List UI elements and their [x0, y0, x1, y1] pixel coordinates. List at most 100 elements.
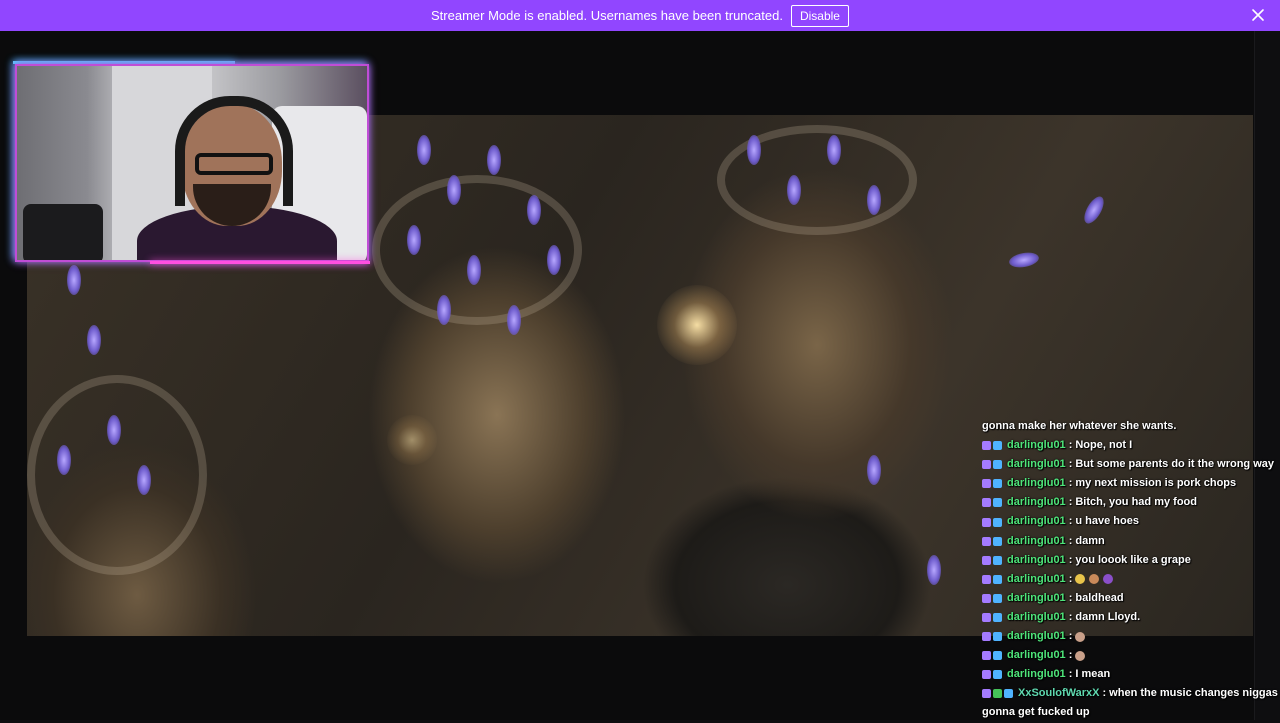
- pill-shape: [747, 135, 761, 165]
- chat-message-text: damn Lloyd.: [1075, 610, 1141, 623]
- vip-badge-icon: [993, 479, 1002, 489]
- chat-username[interactable]: darlinglu01: [1007, 532, 1066, 551]
- subscriber-badge-icon: [982, 593, 991, 603]
- chat-username[interactable]: darlinglu01: [1007, 512, 1066, 531]
- vip-badge-icon: [1004, 689, 1013, 699]
- chat-message-text: gonna make her whatever she wants.: [982, 420, 1177, 432]
- subscriber-badge-icon: [982, 555, 991, 565]
- chat-message: darlinglu01: baldhead: [982, 589, 1278, 608]
- light-glare: [387, 415, 437, 465]
- pill-shape: [927, 555, 941, 585]
- pill-shape: [437, 295, 451, 325]
- vip-badge-icon: [993, 498, 1002, 508]
- pill-shape: [867, 185, 881, 215]
- chat-username[interactable]: darlinglu01: [1007, 436, 1066, 455]
- chat-message: darlinglu01:: [982, 646, 1278, 665]
- chat-message-text: when the music changes niggas: [1109, 687, 1278, 700]
- pill-shape: [417, 135, 431, 165]
- vip-badge-icon: [993, 460, 1002, 470]
- pill-shape: [87, 325, 101, 355]
- pill-shape: [407, 225, 421, 255]
- chat-username[interactable]: darlinglu01: [1007, 493, 1066, 512]
- subscriber-badge-icon: [982, 689, 991, 699]
- close-icon[interactable]: [1250, 7, 1266, 23]
- chat-message-text: you loook like a grape: [1075, 553, 1191, 566]
- streamer-mode-banner: Streamer Mode is enabled. Usernames have…: [0, 0, 1280, 31]
- light-glare: [657, 285, 737, 365]
- emote-icon: [1075, 650, 1086, 661]
- chat-username[interactable]: darlinglu01: [1007, 474, 1066, 493]
- chat-message: darlinglu01:: [982, 570, 1278, 589]
- pill-shape: [67, 265, 81, 295]
- subscriber-badge-icon: [982, 536, 991, 546]
- pill-shape: [507, 305, 521, 335]
- chat-username[interactable]: darlinglu01: [1007, 589, 1066, 608]
- chat-message: darlinglu01: But some parents do it the w…: [982, 455, 1278, 474]
- pill-shape: [57, 445, 71, 475]
- pill-shape: [547, 245, 561, 275]
- subscriber-badge-icon: [982, 517, 991, 527]
- chat-separator: :: [1068, 439, 1073, 452]
- chat-message-text: Nope, not I: [1075, 439, 1133, 452]
- vip-badge-icon: [993, 612, 1002, 622]
- chat-message-text: baldhead: [1075, 591, 1124, 604]
- webcam-overlay: [15, 64, 369, 262]
- chat-username[interactable]: darlinglu01: [1007, 646, 1066, 665]
- emote-icon: [1103, 574, 1114, 585]
- chat-message: darlinglu01: Bitch, you had my food: [982, 493, 1278, 512]
- pill-shape: [467, 255, 481, 285]
- chat-username[interactable]: darlinglu01: [1007, 627, 1066, 646]
- vip-badge-icon: [993, 441, 1002, 451]
- subscriber-badge-icon: [982, 460, 991, 470]
- chat-message-text: damn: [1075, 534, 1105, 547]
- chat-username[interactable]: XxSoulofWarxX: [1018, 684, 1100, 703]
- emote-icon: [1075, 631, 1086, 642]
- pill-shape: [447, 175, 461, 205]
- pill-shape: [1008, 250, 1040, 270]
- pill-shape: [137, 465, 151, 495]
- jar-rim-shape: [27, 375, 207, 575]
- chat-username[interactable]: darlinglu01: [1007, 608, 1066, 627]
- chat-separator: :: [1068, 477, 1073, 490]
- subscriber-badge-icon: [982, 651, 991, 661]
- chat-username[interactable]: darlinglu01: [1007, 455, 1066, 474]
- chat-separator: :: [1068, 458, 1073, 471]
- vip-badge-icon: [993, 593, 1002, 603]
- chat-separator: :: [1068, 610, 1073, 623]
- chat-separator: :: [1068, 572, 1073, 585]
- webcam-neon-frame: [150, 261, 370, 264]
- subscriber-badge-icon: [982, 670, 991, 680]
- chat-message-text: But some parents do it the wrong way: [1075, 458, 1274, 471]
- vip-badge-icon: [993, 555, 1002, 565]
- chat-message-continuation: gonna make her whatever she wants.: [982, 417, 1278, 436]
- chat-message-text: I mean: [1075, 668, 1111, 681]
- chat-username[interactable]: darlinglu01: [1007, 551, 1066, 570]
- chat-message: darlinglu01:: [982, 627, 1278, 646]
- chat-username[interactable]: darlinglu01: [1007, 570, 1066, 589]
- chat-message: darlinglu01: u have hoes: [982, 512, 1278, 531]
- vip-badge-icon: [993, 670, 1002, 680]
- subscriber-badge-icon: [982, 498, 991, 508]
- chat-separator: :: [1068, 534, 1073, 547]
- vip-badge-icon: [993, 651, 1002, 661]
- subscriber-badge-icon: [982, 574, 991, 584]
- chat-message-text: Bitch, you had my food: [1075, 496, 1197, 509]
- chat-message-text: u have hoes: [1075, 515, 1139, 528]
- chat-message: XxSoulofWarxX: when the music changes nig…: [982, 684, 1278, 703]
- chat-separator: :: [1068, 553, 1073, 566]
- pill-shape: [527, 195, 541, 225]
- vip-badge-icon: [993, 574, 1002, 584]
- pill-shape: [867, 455, 881, 485]
- headset-icon: [175, 96, 293, 206]
- chat-username[interactable]: darlinglu01: [1007, 665, 1066, 684]
- background-chair: [23, 204, 103, 260]
- chat-separator: :: [1068, 496, 1073, 509]
- disable-streamer-mode-button[interactable]: Disable: [790, 4, 849, 27]
- chat-separator: :: [1068, 630, 1073, 643]
- vip-badge-icon: [993, 536, 1002, 546]
- moderator-badge-icon: [993, 689, 1002, 699]
- chat-separator: :: [1102, 687, 1107, 700]
- chat-separator: :: [1068, 649, 1073, 662]
- chat-message: darlinglu01: you loook like a grape: [982, 551, 1278, 570]
- subscriber-badge-icon: [982, 441, 991, 451]
